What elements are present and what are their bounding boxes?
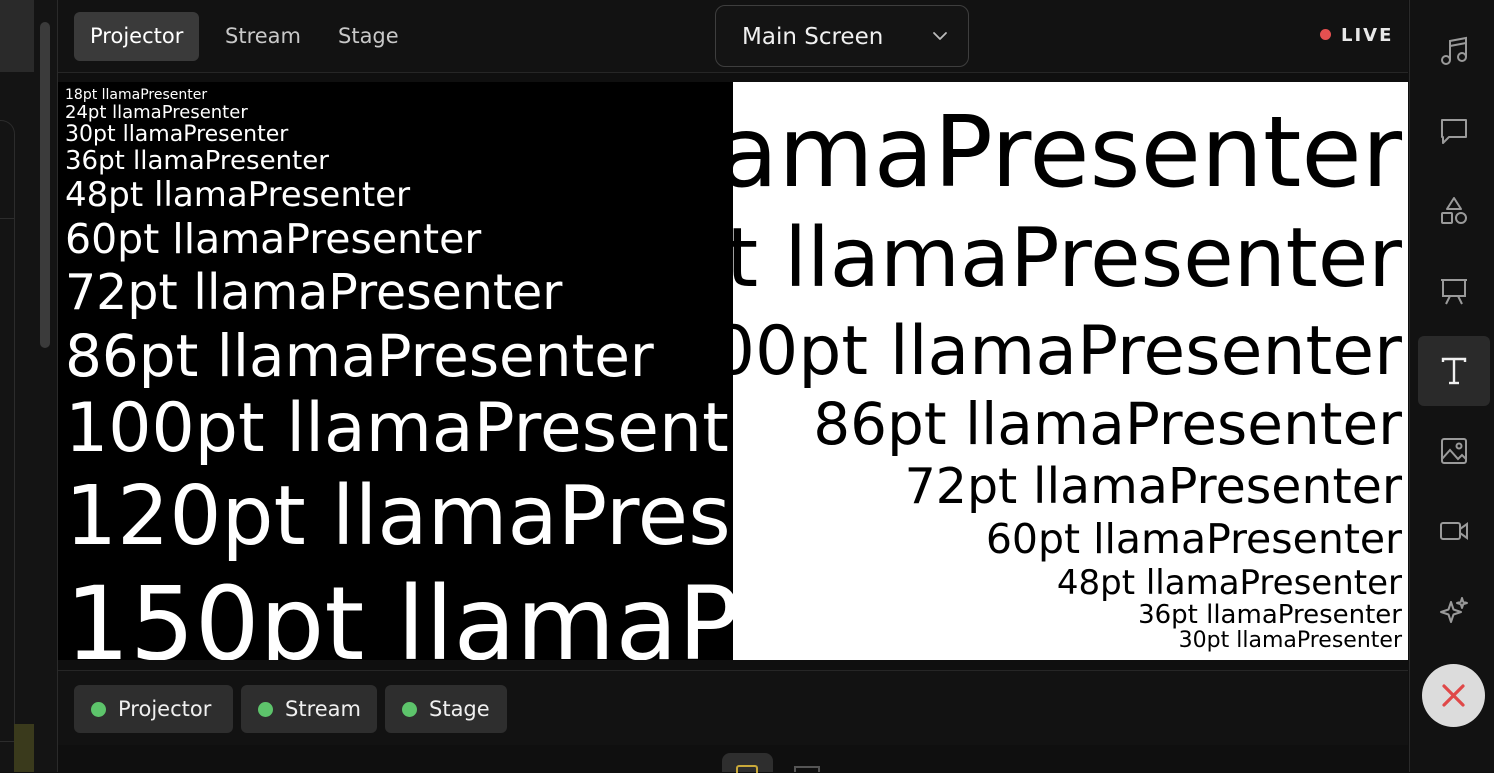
status-dot-icon [402,702,417,717]
preview-text-line: 48pt llamaPresenter [65,175,411,215]
toolbar-text[interactable] [1418,336,1490,406]
output-label: Stage [429,697,490,721]
preview-text-line: 60pt llamaPresenter [985,515,1402,563]
preview-text-line: 30pt llamaPresenter [1178,628,1402,653]
footer-tab-active[interactable] [722,753,773,773]
left-panel-scrollbar[interactable] [40,22,50,348]
status-dot-icon [91,702,106,717]
tray-icon[interactable] [794,766,820,772]
toolbar-image[interactable] [1418,416,1490,486]
preview-text-line: 100pt llamaPresent [65,389,729,468]
tab-projector[interactable]: Projector [74,12,200,61]
live-label: LIVE [1341,25,1394,46]
preview-text-line: 36pt llamaPresenter [65,146,329,176]
preview-text-line: 24pt llamaPresenter [65,102,248,123]
outputs-bar: Projector Stream Stage [58,670,1408,746]
shapes-icon [1441,197,1467,224]
preview-text-line: 86pt llamaPresenter [65,322,654,390]
tab-stage[interactable]: Stage [322,12,415,61]
output-label: Stream [285,697,361,721]
preview-text-line: 48pt llamaPresenter [1056,563,1402,603]
chevron-down-icon [933,32,947,40]
comment-icon [1441,119,1467,144]
screen-select[interactable]: Main Screen [715,5,969,67]
preview-text-line: 18pt llamaPresenter [65,87,208,103]
preview-projector-light[interactable]: amaPresenter pt llamaPresenter 00pt llam… [733,82,1408,660]
live-dot-icon [1320,29,1331,40]
output-label: Projector [118,697,212,721]
preview-text-line: 72pt llamaPresenter [904,458,1402,515]
preview-text-line: pt llamaPresenter [733,211,1402,306]
preview-text-line: 120pt llamaPres [65,469,731,564]
toolbar-presentation[interactable] [1418,256,1490,326]
left-panel-edge [0,0,58,772]
preview-projector-dark[interactable]: 18pt llamaPresenter 24pt llamaPresenter … [58,82,733,660]
output-toggle-projector[interactable]: Projector [74,685,233,733]
preview-text-line: 30pt llamaPresenter [65,122,289,147]
image-icon [1441,438,1467,464]
preview-text-line: 60pt llamaPresenter [65,215,482,263]
left-panel-card [0,120,15,742]
output-toggle-stream[interactable]: Stream [241,685,377,733]
preview-text-line: 00pt llamaPresenter [733,312,1402,391]
screen-select-value: Main Screen [742,24,884,50]
footer-tabs [58,745,1408,773]
preview-text-line: 36pt llamaPresenter [1138,600,1402,630]
toolbar-effects[interactable] [1418,576,1490,646]
preview-text-line: 72pt llamaPresenter [65,264,563,321]
clear-output-button[interactable] [1422,664,1485,727]
left-panel-header [0,0,34,72]
toolbar-comments[interactable] [1418,96,1490,166]
presentation-icon [1441,279,1467,305]
toolbar-video[interactable] [1418,496,1490,566]
toolbar-music[interactable] [1418,16,1490,86]
video-camera-icon [1440,522,1468,540]
output-toggle-stage[interactable]: Stage [385,685,507,733]
sparkles-icon [1440,597,1468,623]
left-panel-divider [0,218,14,219]
output-header: Projector Stream Stage Main Screen LIVE [58,0,1408,73]
live-indicator: LIVE [1320,22,1393,50]
tab-stream[interactable]: Stream [209,12,317,61]
text-icon [1441,357,1467,385]
left-panel-highlight [14,724,34,772]
status-dot-icon [258,702,273,717]
toolbar-shapes[interactable] [1418,176,1490,246]
close-icon [1442,684,1465,707]
preview-text-line: 150pt llamaP [65,565,733,661]
preview-text-line: 86pt llamaPresenter [813,390,1402,458]
preview-text-line: amaPresenter [733,96,1402,210]
right-toolbar [1409,0,1494,772]
music-note-icon [1441,36,1467,65]
